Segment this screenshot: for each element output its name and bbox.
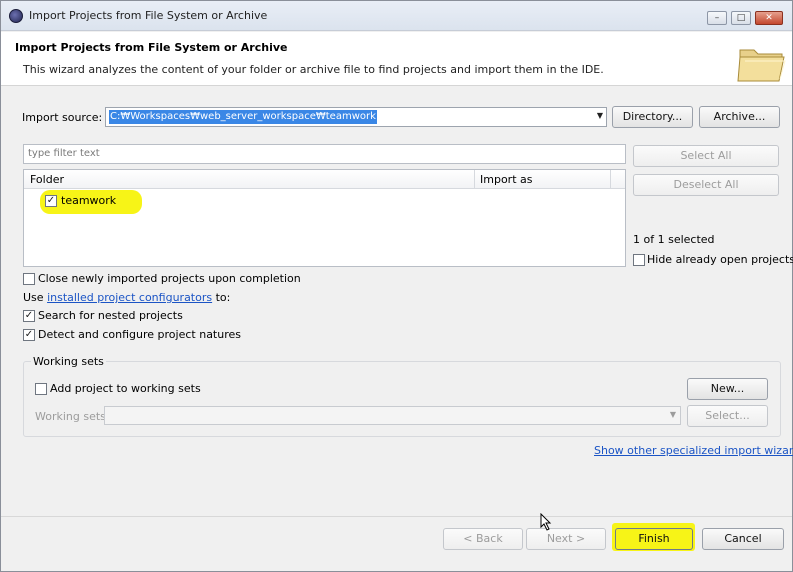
- close-after-import-label[interactable]: Close newly imported projects upon compl…: [38, 272, 301, 285]
- close-after-import-checkbox[interactable]: [23, 273, 35, 285]
- footer-divider: [1, 516, 792, 517]
- select-working-sets-button[interactable]: Select...: [687, 405, 768, 427]
- back-button[interactable]: < Back: [443, 528, 523, 550]
- page-description: This wizard analyzes the content of your…: [23, 63, 604, 76]
- working-sets-label: Working sets: [35, 410, 106, 423]
- configurators-link[interactable]: installed project configurators: [47, 291, 212, 304]
- working-sets-combo[interactable]: ▼: [104, 406, 681, 425]
- import-source-combo[interactable]: C:₩Workspaces₩web_server_workspace₩teamw…: [105, 107, 607, 127]
- wizard-header: Import Projects from File System or Arch…: [1, 32, 792, 86]
- eclipse-icon: [9, 9, 23, 23]
- search-nested-checkbox[interactable]: ✓: [23, 310, 35, 322]
- other-wizards-link[interactable]: Show other specialized import wizards: [594, 444, 793, 457]
- column-import-as[interactable]: Import as: [480, 173, 532, 186]
- next-button[interactable]: Next >: [526, 528, 606, 550]
- new-working-set-button[interactable]: New...: [687, 378, 768, 400]
- use-suffix: to:: [215, 291, 231, 304]
- maximize-icon: □: [736, 13, 746, 23]
- working-sets-group: [23, 361, 781, 437]
- dropdown-arrow-icon[interactable]: ▼: [670, 410, 676, 419]
- selected-count: 1 of 1 selected: [633, 233, 715, 246]
- search-nested-label[interactable]: Search for nested projects: [38, 309, 183, 322]
- mouse-cursor-icon: [540, 513, 552, 531]
- use-prefix: Use: [23, 291, 44, 304]
- row-checkbox[interactable]: ✓: [45, 195, 57, 207]
- filter-input[interactable]: type filter text: [23, 144, 626, 164]
- title-bar[interactable]: Import Projects from File System or Arch…: [1, 1, 792, 31]
- close-icon: ✕: [765, 13, 773, 23]
- projects-table[interactable]: Folder Import as ✓ teamwork: [23, 169, 626, 267]
- finish-button[interactable]: Finish: [615, 528, 693, 550]
- import-dialog: Import Projects from File System or Arch…: [0, 0, 793, 572]
- column-divider: [610, 170, 611, 189]
- import-source-label: Import source:: [22, 111, 103, 124]
- table-header: Folder Import as: [24, 170, 625, 189]
- configurators-line: Use installed project configurators to:: [23, 291, 230, 304]
- maximize-button[interactable]: □: [731, 11, 751, 25]
- directory-button[interactable]: Directory...: [612, 106, 693, 128]
- working-sets-group-title: Working sets: [31, 355, 106, 368]
- column-folder[interactable]: Folder: [30, 173, 64, 186]
- import-source-value[interactable]: C:₩Workspaces₩web_server_workspace₩teamw…: [109, 110, 377, 124]
- detect-natures-label[interactable]: Detect and configure project natures: [38, 328, 241, 341]
- detect-natures-checkbox[interactable]: ✓: [23, 329, 35, 341]
- select-all-button[interactable]: Select All: [633, 145, 779, 167]
- minimize-icon: –: [714, 13, 720, 23]
- cancel-button[interactable]: Cancel: [702, 528, 784, 550]
- page-title: Import Projects from File System or Arch…: [15, 41, 288, 54]
- hide-open-label[interactable]: Hide already open projects: [647, 253, 793, 266]
- close-button[interactable]: ✕: [755, 11, 783, 25]
- open-folder-icon: [737, 49, 786, 82]
- add-to-working-sets-label[interactable]: Add project to working sets: [50, 382, 201, 395]
- column-divider: [474, 170, 475, 189]
- row-folder-name: teamwork: [61, 194, 117, 207]
- archive-button[interactable]: Archive...: [699, 106, 780, 128]
- window-title: Import Projects from File System or Arch…: [29, 9, 268, 22]
- table-row[interactable]: ✓ teamwork: [44, 194, 164, 210]
- dropdown-arrow-icon[interactable]: ▼: [597, 111, 603, 120]
- minimize-button[interactable]: –: [707, 11, 727, 25]
- hide-open-checkbox[interactable]: [633, 254, 645, 266]
- add-to-working-sets-checkbox[interactable]: [35, 383, 47, 395]
- deselect-all-button[interactable]: Deselect All: [633, 174, 779, 196]
